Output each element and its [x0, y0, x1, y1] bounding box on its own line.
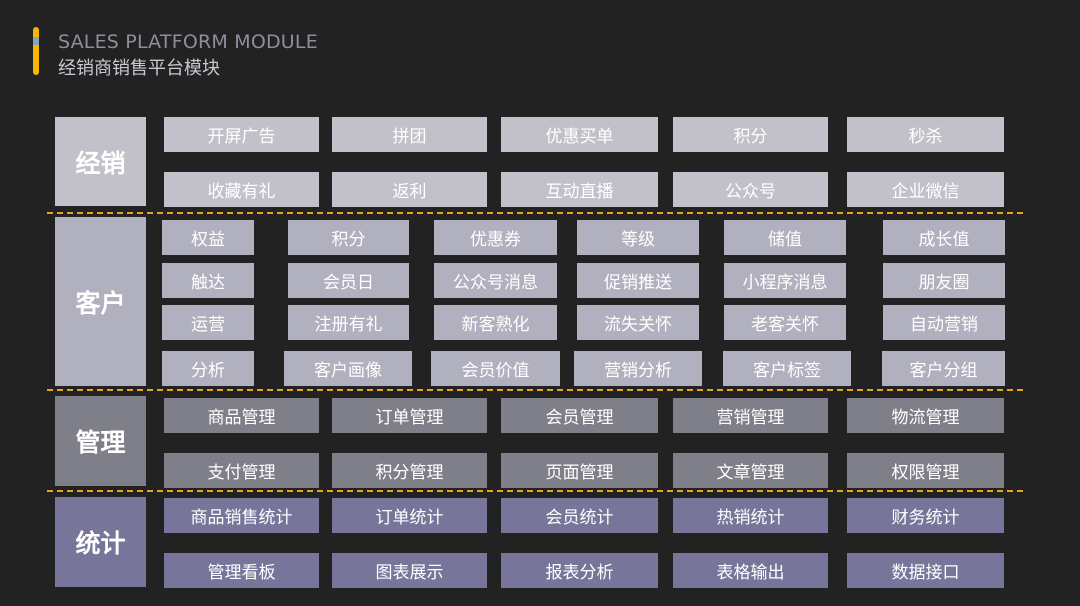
title-accent-bar: [30, 27, 42, 75]
module-member-value[interactable]: 会员价值: [431, 351, 560, 386]
module-logistics-management[interactable]: 物流管理: [847, 398, 1004, 433]
module-product-sales-stats[interactable]: 商品销售统计: [164, 498, 319, 533]
category-statistics: 统计: [55, 497, 146, 587]
module-article-management[interactable]: 文章管理: [673, 453, 828, 488]
row-label-reach[interactable]: 触达: [162, 263, 254, 298]
module-finance-stats[interactable]: 财务统计: [847, 498, 1004, 533]
module-order-management[interactable]: 订单管理: [332, 398, 487, 433]
category-management: 管理: [55, 396, 146, 486]
module-rebate[interactable]: 返利: [332, 172, 487, 207]
module-moments[interactable]: 朋友圈: [883, 263, 1005, 298]
module-group-buy[interactable]: 拼团: [332, 117, 487, 152]
group-divider: [47, 389, 1023, 391]
module-product-management[interactable]: 商品管理: [164, 398, 319, 433]
module-report-analysis[interactable]: 报表分析: [501, 553, 658, 588]
category-dealer: 经销: [55, 117, 146, 206]
module-live-stream[interactable]: 互动直播: [501, 172, 658, 207]
module-member-stats[interactable]: 会员统计: [501, 498, 658, 533]
category-customer: 客户: [55, 217, 146, 386]
module-mini-program-message[interactable]: 小程序消息: [724, 263, 846, 298]
module-official-account[interactable]: 公众号: [673, 172, 828, 207]
module-marketing-analysis[interactable]: 营销分析: [574, 351, 702, 386]
module-chart-display[interactable]: 图表展示: [332, 553, 487, 588]
module-promotion-push[interactable]: 促销推送: [577, 263, 699, 298]
module-enterprise-wechat[interactable]: 企业微信: [847, 172, 1004, 207]
module-official-account-message[interactable]: 公众号消息: [434, 263, 557, 298]
module-open-screen-ad[interactable]: 开屏广告: [164, 117, 319, 152]
title-chinese: 经销商销售平台模块: [58, 58, 220, 79]
module-coupon[interactable]: 优惠券: [434, 220, 557, 255]
module-auto-marketing[interactable]: 自动营销: [883, 305, 1005, 340]
module-table-export[interactable]: 表格输出: [673, 553, 828, 588]
row-label-benefits[interactable]: 权益: [162, 220, 254, 255]
group-divider: [47, 212, 1023, 214]
module-data-api[interactable]: 数据接口: [847, 553, 1004, 588]
module-payment-management[interactable]: 支付管理: [164, 453, 319, 488]
module-points-management[interactable]: 积分管理: [332, 453, 487, 488]
module-marketing-management[interactable]: 营销管理: [673, 398, 828, 433]
module-growth-value[interactable]: 成长值: [883, 220, 1005, 255]
module-signup-gift[interactable]: 注册有礼: [288, 305, 409, 340]
row-label-analysis[interactable]: 分析: [162, 351, 254, 386]
module-management-dashboard[interactable]: 管理看板: [164, 553, 319, 588]
module-customer-groups[interactable]: 客户分组: [882, 351, 1005, 386]
module-favorite-gift[interactable]: 收藏有礼: [164, 172, 319, 207]
module-member-day[interactable]: 会员日: [288, 263, 409, 298]
module-old-customer-care[interactable]: 老客关怀: [724, 305, 846, 340]
module-bestseller-stats[interactable]: 热销统计: [673, 498, 828, 533]
module-customer-profile[interactable]: 客户画像: [284, 351, 412, 386]
module-member-management[interactable]: 会员管理: [501, 398, 658, 433]
module-permission-management[interactable]: 权限管理: [847, 453, 1004, 488]
module-customer-tags[interactable]: 客户标签: [723, 351, 851, 386]
group-divider: [47, 490, 1023, 492]
title-english: SALES PLATFORM MODULE: [58, 31, 318, 53]
module-points[interactable]: 积分: [288, 220, 409, 255]
module-page-management[interactable]: 页面管理: [501, 453, 658, 488]
module-discount-pay[interactable]: 优惠买单: [501, 117, 658, 152]
module-points[interactable]: 积分: [673, 117, 828, 152]
module-order-stats[interactable]: 订单统计: [332, 498, 487, 533]
module-new-customer-nurture[interactable]: 新客熟化: [434, 305, 557, 340]
row-label-operations[interactable]: 运营: [162, 305, 254, 340]
module-flash-sale[interactable]: 秒杀: [847, 117, 1004, 152]
module-churn-care[interactable]: 流失关怀: [577, 305, 699, 340]
module-level[interactable]: 等级: [577, 220, 699, 255]
module-stored-value[interactable]: 储值: [724, 220, 846, 255]
